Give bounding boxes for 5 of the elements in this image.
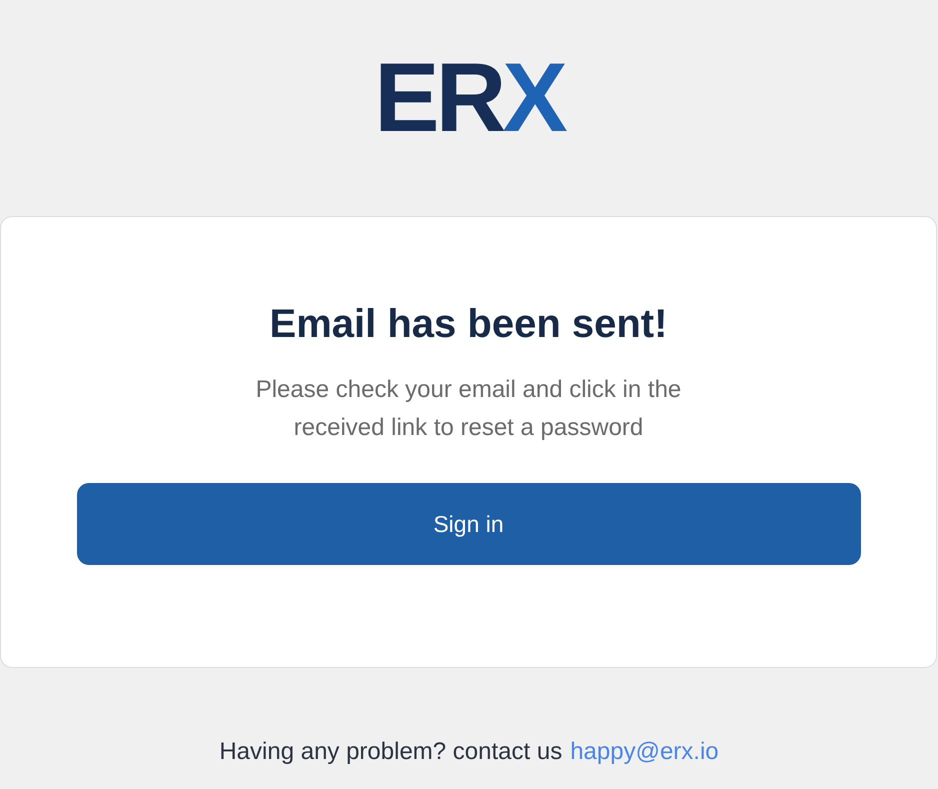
footer-text: Having any problem? contact us — [219, 737, 562, 767]
card-message: Please check your email and click in the received link to reset a password — [254, 375, 682, 443]
card-title: Email has been sent! — [270, 301, 668, 348]
sign-in-button[interactable]: Sign in — [76, 483, 860, 565]
logo: ERX — [373, 45, 566, 150]
